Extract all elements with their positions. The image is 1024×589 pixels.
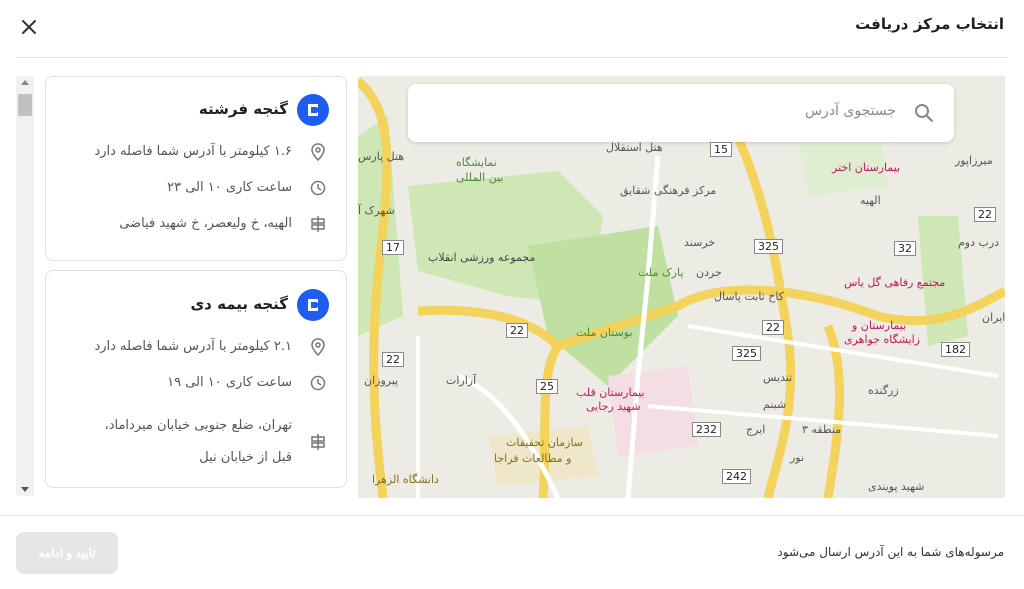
road-shield: 232 — [692, 422, 721, 437]
distance-text: ۲.۱ کیلومتر با آدرس شما فاصله دارد — [94, 339, 292, 354]
map-label: شهرک آ — [358, 204, 395, 217]
map-label: بوستان ملت — [576, 326, 633, 339]
location-pin-icon — [310, 143, 326, 162]
map-label: شهید پویندی — [868, 480, 925, 493]
center-card[interactable]: گنجه فرشته ۱.۶ کیلومتر با آدرس شما فاصله… — [45, 76, 347, 261]
center-name: گنجه بیمه دی — [190, 295, 288, 313]
search-input[interactable]: جستجوی آدرس — [805, 103, 896, 119]
map-label: ایرج — [746, 423, 766, 436]
map-label: میرزاپور — [955, 154, 993, 167]
map-label: زایشگاه جواهری — [844, 333, 920, 346]
map-label: جردن — [696, 266, 722, 279]
map-label: تندیس — [763, 371, 793, 384]
road-shield: 32 — [894, 241, 916, 256]
signpost-icon — [310, 215, 326, 233]
map-label: نمایشگاه — [456, 156, 497, 169]
road-shield: 242 — [722, 469, 751, 484]
map-label: و مطالعات فراجا — [494, 452, 572, 465]
map-label: بین المللی — [456, 171, 504, 184]
brand-logo-icon — [297, 94, 329, 126]
hours-row: ساعت کاری ۱۰ الی ۱۹ — [56, 374, 326, 399]
dialog-title: انتخاب مرکز دریافت — [855, 15, 1004, 33]
map-label: درب دوم — [958, 236, 1000, 249]
road-shield: 15 — [710, 142, 732, 157]
clock-icon — [310, 179, 326, 197]
close-icon[interactable] — [18, 16, 40, 38]
map-label: زرگنده — [868, 384, 899, 397]
address-line: قبل از خیابان نیل — [199, 450, 292, 465]
map-label: آرارات — [446, 374, 477, 387]
scroll-thumb[interactable] — [18, 94, 32, 116]
signpost-icon — [310, 433, 326, 451]
road-shield: 325 — [732, 346, 761, 361]
footer-divider — [0, 515, 1024, 516]
address-line: تهران، ضلع جنوبی خیابان میرداماد، — [104, 418, 292, 433]
map-label: مرکز فرهنگی شقایق — [620, 184, 717, 197]
center-card[interactable]: گنجه بیمه دی ۲.۱ کیلومتر با آدرس شما فاص… — [45, 270, 347, 488]
brand-logo-icon — [297, 289, 329, 321]
map-label: مجتمع رفاهی گل یاس — [844, 276, 946, 289]
road-shield: 17 — [382, 240, 404, 255]
map-label: هتل استقلال — [606, 141, 663, 154]
map-label: هتل پارس — [358, 150, 405, 163]
map-label: بیمارستان اختر — [832, 161, 901, 174]
map-label: منطقه ۳ — [802, 423, 842, 436]
map-label: خرسند — [684, 236, 716, 249]
road-shield: 22 — [762, 320, 784, 335]
address-row: تهران، ضلع جنوبی خیابان میرداماد، قبل از… — [56, 410, 326, 474]
map[interactable]: جستجوی آدرس هتل پارس نمایشگاه بین المللی… — [358, 76, 1005, 498]
address-search-box[interactable]: جستجوی آدرس — [408, 84, 954, 142]
footer-message: مرسوله‌های شما به این آدرس ارسال می‌شود — [777, 545, 1004, 559]
map-label: سازمان تحقیقات — [506, 436, 584, 449]
header-divider — [16, 57, 1008, 58]
address-text: الهیه، خ ولیعصر، خ شهید فیاضی — [119, 216, 292, 231]
map-label: مجموعه ورزشی انقلاب — [428, 251, 536, 264]
hours-text: ساعت کاری ۱۰ الی ۲۳ — [167, 180, 292, 195]
map-label: نور — [790, 451, 805, 464]
map-label: کاخ ثابت پاسال — [714, 290, 784, 303]
center-name: گنجه فرشته — [198, 100, 288, 118]
dialog-header: انتخاب مرکز دریافت — [0, 0, 1024, 56]
road-shield: 22 — [506, 323, 528, 338]
confirm-button[interactable]: تایید و ادامه — [16, 532, 118, 574]
scroll-up-arrow-icon[interactable] — [21, 80, 29, 85]
map-label: شهید رجایی — [586, 400, 641, 413]
distance-row: ۱.۶ کیلومتر با آدرس شما فاصله دارد — [56, 143, 326, 168]
distance-row: ۲.۱ کیلومتر با آدرس شما فاصله دارد — [56, 338, 326, 363]
road-shield: 325 — [754, 239, 783, 254]
map-label: الهیه — [860, 194, 881, 207]
map-label: پارک ملت — [638, 266, 684, 279]
distance-text: ۱.۶ کیلومتر با آدرس شما فاصله دارد — [94, 144, 292, 159]
hours-text: ساعت کاری ۱۰ الی ۱۹ — [167, 375, 292, 390]
map-label: بیمارستان و — [852, 319, 907, 332]
hours-row: ساعت کاری ۱۰ الی ۲۳ — [56, 179, 326, 204]
list-scrollbar[interactable] — [16, 76, 34, 496]
road-shield: 182 — [941, 342, 970, 357]
road-shield: 22 — [382, 352, 404, 367]
scroll-down-arrow-icon[interactable] — [21, 487, 29, 492]
address-row: الهیه، خ ولیعصر، خ شهید فیاضی — [56, 215, 326, 240]
clock-icon — [310, 374, 326, 392]
location-pin-icon — [310, 338, 326, 357]
map-label: بیمارستان قلب — [576, 386, 645, 399]
map-label: شبنم — [763, 398, 787, 411]
map-label: ایران — [982, 311, 1005, 324]
map-label: پیروزان — [364, 374, 399, 387]
address-text: تهران، ضلع جنوبی خیابان میرداماد، قبل از… — [105, 410, 292, 474]
road-shield: 25 — [536, 379, 558, 394]
road-shield: 22 — [974, 207, 996, 222]
map-label: دانشگاه الزهرا — [372, 473, 439, 486]
search-icon[interactable] — [914, 103, 934, 123]
